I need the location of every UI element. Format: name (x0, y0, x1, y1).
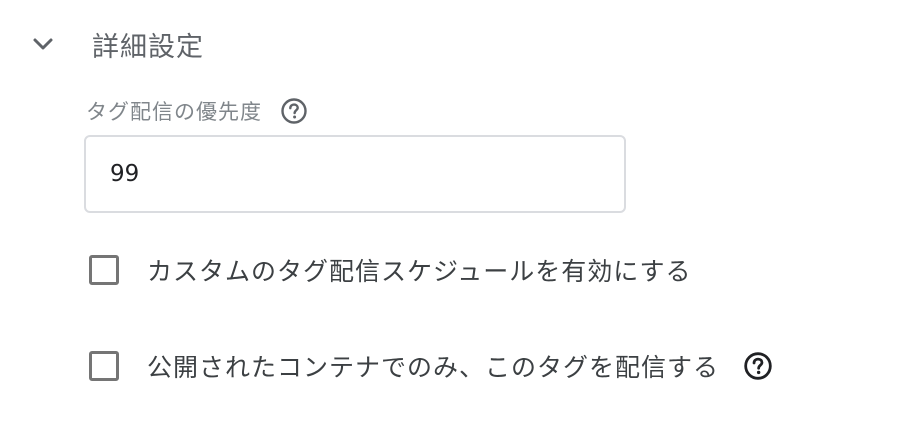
priority-input[interactable] (84, 135, 626, 213)
priority-label-row: タグ配信の優先度 (86, 94, 308, 128)
advanced-settings-header[interactable]: 詳細設定 (30, 24, 204, 64)
custom-schedule-checkbox[interactable] (89, 255, 119, 285)
published-only-checkbox[interactable] (89, 351, 119, 381)
published-only-option[interactable]: 公開されたコンテナでのみ、このタグを配信する (89, 346, 773, 386)
advanced-settings-panel: 詳細設定 タグ配信の優先度 カスタムのタグ配信スケジュールを有効にする 公開され… (0, 0, 900, 430)
custom-schedule-option[interactable]: カスタムのタグ配信スケジュールを有効にする (89, 250, 692, 290)
help-circle-icon[interactable] (280, 97, 308, 125)
priority-label: タグ配信の優先度 (86, 100, 262, 124)
help-circle-icon[interactable] (743, 351, 773, 381)
custom-schedule-label: カスタムのタグ配信スケジュールを有効にする (147, 257, 692, 286)
section-title: 詳細設定 (92, 31, 204, 63)
chevron-down-icon[interactable] (30, 31, 56, 57)
published-only-label: 公開されたコンテナでのみ、このタグを配信する (147, 353, 720, 382)
